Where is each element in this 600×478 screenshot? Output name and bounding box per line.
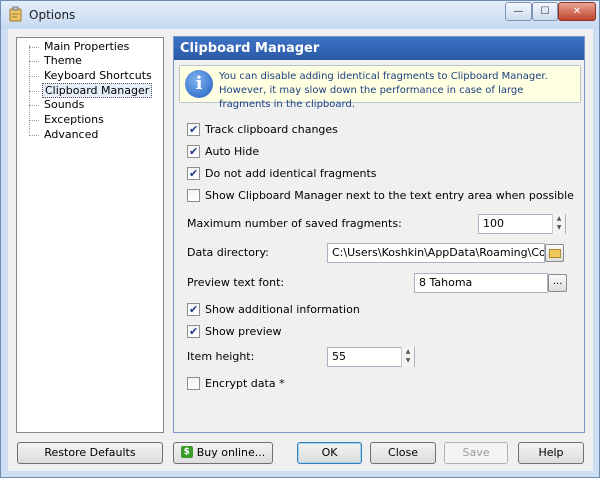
maximize-button[interactable]: ☐ (532, 2, 558, 21)
spin-up-icon[interactable]: ▲ (402, 347, 414, 356)
checkbox-label: Track clipboard changes (205, 123, 338, 136)
close-window-button[interactable]: ✕ (558, 2, 596, 21)
buy-online-label: Buy online... (196, 446, 266, 459)
font-picker-button[interactable]: ... (548, 274, 567, 292)
checkbox-box[interactable] (187, 324, 200, 340)
checkbox-box[interactable] (187, 376, 200, 390)
spin-up-icon[interactable]: ▲ (553, 214, 565, 223)
window-title: Options (29, 8, 76, 22)
ok-button[interactable]: OK (297, 442, 362, 464)
save-button[interactable]: Save (444, 442, 508, 464)
tree-item-theme[interactable]: Theme (21, 54, 84, 68)
preview-font-input[interactable]: 8 Tahoma (414, 273, 548, 293)
max-fragments-spinner[interactable]: ▲ ▼ (552, 214, 565, 234)
tree-item-clipboard-manager[interactable]: Clipboard Manager (21, 83, 153, 98)
show-additional-info-checkbox[interactable]: Show additional information (187, 302, 360, 318)
title-bar[interactable]: Options — ☐ ✕ (1, 1, 599, 29)
no-identical-fragments-checkbox[interactable]: Do not add identical fragments (187, 166, 377, 182)
tree-item-keyboard-shortcuts[interactable]: Keyboard Shortcuts (21, 69, 154, 83)
checkbox-label: Show preview (205, 325, 282, 338)
show-next-to-entry-checkbox[interactable]: Show Clipboard Manager next to the text … (187, 188, 574, 204)
checkbox-label: Show additional information (205, 303, 360, 316)
info-text: You can disable adding identical fragmen… (219, 71, 548, 110)
settings-panel: Clipboard Manager i You can disable addi… (173, 36, 585, 433)
checkbox-label: Do not add identical fragments (205, 167, 377, 180)
tree-item-exceptions[interactable]: Exceptions (21, 113, 106, 127)
spin-down-icon[interactable]: ▼ (553, 223, 565, 232)
tree-item-advanced[interactable]: Advanced (21, 128, 100, 142)
tree-item-sounds[interactable]: Sounds (21, 98, 86, 112)
info-icon: i (185, 70, 213, 98)
minimize-button[interactable]: — (505, 2, 532, 21)
max-fragments-value: 100 (483, 217, 504, 230)
data-directory-input[interactable]: C:\Users\Koshkin\AppData\Roaming\Comfort… (327, 243, 545, 263)
checkbox-box[interactable] (187, 302, 200, 318)
data-directory-label: Data directory: (187, 246, 269, 259)
tree-item-label: Exceptions (44, 113, 104, 126)
item-height-label: Item height: (187, 350, 255, 363)
folder-icon (548, 249, 561, 258)
preview-font-label: Preview text font: (187, 276, 285, 289)
preview-font-value: 8 Tahoma (419, 276, 473, 289)
checkbox-label: Encrypt data * (205, 377, 285, 390)
auto-hide-checkbox[interactable]: Auto Hide (187, 144, 259, 160)
dialog-client-area: Main Properties Theme Keyboard Shortcuts… (8, 29, 593, 471)
tree-item-label: Keyboard Shortcuts (44, 69, 152, 82)
checkbox-box[interactable] (187, 166, 200, 182)
tree-item-main-properties[interactable]: Main Properties (21, 40, 131, 54)
show-preview-checkbox[interactable]: Show preview (187, 324, 282, 340)
info-box: i You can disable adding identical fragm… (179, 65, 581, 110)
checkbox-box[interactable] (187, 188, 200, 202)
encrypt-data-checkbox[interactable]: Encrypt data * (187, 376, 285, 392)
tree-item-label: Theme (44, 54, 82, 67)
app-icon (9, 6, 22, 22)
item-height-value: 55 (332, 350, 346, 363)
checkbox-label: Auto Hide (205, 145, 260, 158)
data-directory-value: C:\Users\Koshkin\AppData\Roaming\Comfort… (332, 246, 544, 259)
max-fragments-label: Maximum number of saved fragments: (187, 217, 402, 230)
options-tree[interactable]: Main Properties Theme Keyboard Shortcuts… (16, 37, 164, 433)
tree-item-label: Clipboard Manager (42, 83, 153, 98)
tree-item-label: Main Properties (44, 40, 130, 53)
help-button[interactable]: Help (518, 442, 584, 464)
restore-defaults-button[interactable]: Restore Defaults (17, 442, 163, 464)
checkbox-label: Show Clipboard Manager next to the text … (205, 189, 574, 202)
panel-title: Clipboard Manager (174, 37, 584, 60)
options-window: Options — ☐ ✕ Main Properties Theme Keyb… (0, 0, 600, 478)
tree-item-label: Sounds (44, 98, 85, 111)
browse-folder-button[interactable] (545, 244, 564, 262)
checkbox-box[interactable] (187, 122, 200, 138)
dollar-icon: $ (180, 446, 193, 458)
spin-down-icon[interactable]: ▼ (402, 356, 414, 365)
item-height-spinner[interactable]: ▲ ▼ (401, 347, 414, 367)
track-clipboard-changes-checkbox[interactable]: Track clipboard changes (187, 122, 338, 138)
buy-online-button[interactable]: $ Buy online... (173, 442, 273, 464)
tree-item-label: Advanced (44, 128, 99, 141)
checkbox-box[interactable] (187, 144, 200, 160)
close-button[interactable]: Close (370, 442, 436, 464)
